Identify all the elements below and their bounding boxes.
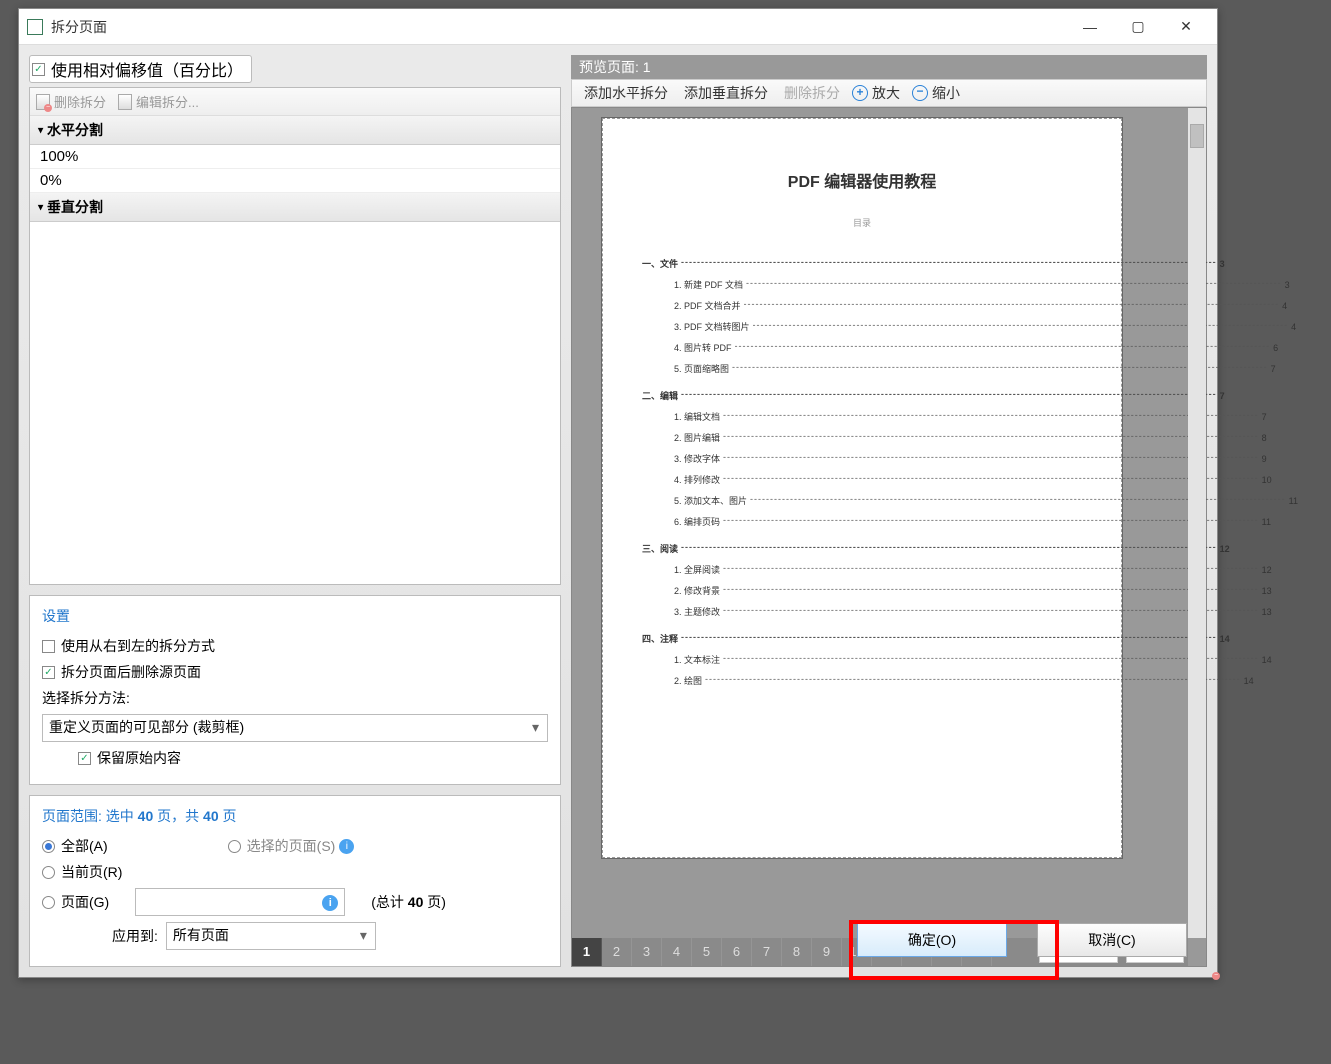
toc-line: 3. 修改字体9 bbox=[642, 452, 1082, 465]
page-tab[interactable]: 6 bbox=[722, 938, 752, 966]
toc-line: 2. 绘图14 bbox=[642, 674, 1082, 687]
page-tab[interactable]: 4 bbox=[662, 938, 692, 966]
apply-to-select[interactable]: 所有页面 bbox=[166, 922, 376, 950]
radio-selected-pages[interactable]: 选择的页面(S) i bbox=[228, 836, 355, 856]
delete-source-checkbox[interactable]: 拆分页面后删除源页面 bbox=[42, 662, 201, 682]
checkbox-icon bbox=[32, 63, 45, 76]
vertical-scrollbar[interactable] bbox=[1188, 108, 1206, 938]
add-horizontal-split-button[interactable]: 添加水平拆分 bbox=[580, 83, 668, 103]
minus-icon: − bbox=[912, 85, 928, 101]
toc-list: 一、文件3 1. 新建 PDF 文档3 2. PDF 文档合并4 3. PDF 文档转… bbox=[642, 257, 1082, 687]
page-tab[interactable]: 7 bbox=[752, 938, 782, 966]
settings-panel: 设置 使用从右到左的拆分方式 拆分页面后删除源页面 选择拆分方法: 重定义页面的… bbox=[29, 595, 561, 785]
rtl-checkbox[interactable]: 使用从右到左的拆分方式 bbox=[42, 636, 215, 656]
split-row[interactable]: 100% bbox=[30, 145, 560, 169]
info-icon: i bbox=[322, 895, 338, 911]
toc-line: 2. PDF 文档合并4 bbox=[642, 299, 1082, 312]
toc-line: 1. 全屏阅读12 bbox=[642, 563, 1082, 576]
toc-line: 三、阅读12 bbox=[642, 542, 1082, 555]
toc-line: 2. 图片编辑8 bbox=[642, 431, 1082, 444]
radio-icon bbox=[228, 840, 241, 853]
preview-area: PDF 编辑器使用教程 目录 一、文件3 1. 新建 PDF 文档3 2. PDF … bbox=[571, 107, 1207, 967]
pages-input[interactable]: i bbox=[135, 888, 345, 916]
horizontal-split-header[interactable]: 水平分割 bbox=[30, 116, 560, 145]
zoom-in-button[interactable]: +放大 bbox=[852, 83, 900, 103]
relative-offset-toggle[interactable]: 使用相对偏移值（百分比） bbox=[29, 55, 252, 83]
toc-line: 四、注释14 bbox=[642, 632, 1082, 645]
split-pages-dialog: 拆分页面 — ▢ ✕ 使用相对偏移值（百分比） − 删除拆分 bbox=[18, 8, 1218, 978]
radio-icon bbox=[42, 896, 55, 909]
total-pages-label: (总计 40 页) bbox=[371, 892, 446, 912]
preview-title: 预览页面: 1 bbox=[571, 55, 1207, 79]
toc-line: 3. 主题修改13 bbox=[642, 605, 1082, 618]
page-thumbnail[interactable]: PDF 编辑器使用教程 目录 一、文件3 1. 新建 PDF 文档3 2. PDF … bbox=[602, 118, 1122, 858]
toc-line: 2. 修改背景13 bbox=[642, 584, 1082, 597]
relative-offset-label: 使用相对偏移值（百分比） bbox=[51, 57, 243, 81]
doc-edit-icon bbox=[118, 94, 132, 110]
toc-line: 4. 排列修改10 bbox=[642, 473, 1082, 486]
keep-original-checkbox[interactable]: 保留原始内容 bbox=[78, 748, 181, 768]
radio-current[interactable]: 当前页(R) bbox=[42, 862, 122, 882]
doc-subtitle: 目录 bbox=[642, 216, 1082, 229]
page-tab[interactable]: 1 bbox=[572, 938, 602, 966]
page-tab[interactable]: 8 bbox=[782, 938, 812, 966]
plus-icon: + bbox=[852, 85, 868, 101]
split-row[interactable]: 0% bbox=[30, 169, 560, 193]
doc-title: PDF 编辑器使用教程 bbox=[642, 168, 1082, 192]
page-tab[interactable]: 2 bbox=[602, 938, 632, 966]
page-range-panel: 页面范围: 选中 40 页，共 40 页 全部(A) 选择的页面(S) i 当前… bbox=[29, 795, 561, 967]
ok-button[interactable]: 确定(O) bbox=[857, 923, 1007, 957]
radio-icon bbox=[42, 866, 55, 879]
split-method-select[interactable]: 重定义页面的可见部分 (裁剪框) bbox=[42, 714, 548, 742]
toc-line: 4. 图片转 PDF6 bbox=[642, 341, 1082, 354]
preview-toolbar: 添加水平拆分 添加垂直拆分 −删除拆分 +放大 −缩小 bbox=[571, 79, 1207, 107]
settings-title: 设置 bbox=[42, 606, 548, 626]
scrollbar-thumb[interactable] bbox=[1190, 124, 1204, 148]
method-label: 选择拆分方法: bbox=[42, 688, 548, 708]
toc-line: 5. 添加文本、图片11 bbox=[642, 494, 1082, 507]
page-tab[interactable]: 5 bbox=[692, 938, 722, 966]
toc-line: 二、编辑7 bbox=[642, 389, 1082, 402]
radio-pages[interactable]: 页面(G) bbox=[42, 892, 109, 912]
toc-line: 5. 页面缩略图7 bbox=[642, 362, 1082, 375]
delete-split-button[interactable]: − 删除拆分 bbox=[36, 92, 106, 111]
app-icon bbox=[27, 19, 43, 35]
vertical-split-header[interactable]: 垂直分割 bbox=[30, 193, 560, 222]
maximize-button[interactable]: ▢ bbox=[1115, 12, 1161, 42]
apply-to-label: 应用到: bbox=[112, 926, 158, 946]
radio-icon bbox=[42, 840, 55, 853]
window-title: 拆分页面 bbox=[51, 17, 1067, 37]
delete-split-button[interactable]: −删除拆分 bbox=[780, 83, 840, 103]
add-vertical-split-button[interactable]: 添加垂直拆分 bbox=[680, 83, 768, 103]
toc-line: 6. 编排页码11 bbox=[642, 515, 1082, 528]
radio-all[interactable]: 全部(A) bbox=[42, 836, 108, 856]
checkbox-icon bbox=[42, 666, 55, 679]
page-tab[interactable]: 3 bbox=[632, 938, 662, 966]
page-tab[interactable]: 9 bbox=[812, 938, 842, 966]
info-icon: i bbox=[339, 839, 354, 854]
toc-line: 1. 新建 PDF 文档3 bbox=[642, 278, 1082, 291]
splits-list-panel: − 删除拆分 编辑拆分... 水平分割 100% 0% 垂直分割 bbox=[29, 87, 561, 585]
range-title: 页面范围: 选中 40 页，共 40 页 bbox=[42, 806, 548, 826]
titlebar: 拆分页面 — ▢ ✕ bbox=[19, 9, 1217, 45]
zoom-out-button[interactable]: −缩小 bbox=[912, 83, 960, 103]
minimize-button[interactable]: — bbox=[1067, 12, 1113, 42]
toc-line: 1. 编辑文档7 bbox=[642, 410, 1082, 423]
toc-line: 3. PDF 文档转图片4 bbox=[642, 320, 1082, 333]
close-button[interactable]: ✕ bbox=[1163, 12, 1209, 42]
cancel-button[interactable]: 取消(C) bbox=[1037, 923, 1187, 957]
splits-toolbar: − 删除拆分 编辑拆分... bbox=[30, 88, 560, 116]
toc-line: 一、文件3 bbox=[642, 257, 1082, 270]
checkbox-icon bbox=[78, 752, 91, 765]
toc-line: 1. 文本标注14 bbox=[642, 653, 1082, 666]
splits-empty-area bbox=[30, 222, 560, 584]
checkbox-icon bbox=[42, 640, 55, 653]
edit-split-button[interactable]: 编辑拆分... bbox=[118, 92, 199, 111]
doc-minus-icon: − bbox=[36, 94, 50, 110]
